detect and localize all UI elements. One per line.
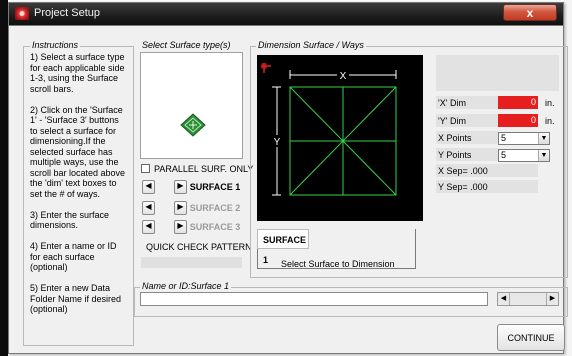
instruction-line: 3) Enter the surface — [30, 209, 110, 220]
app-icon — [15, 7, 29, 20]
instruction-line: scroll bars. — [30, 83, 74, 94]
axis-x-label: X — [340, 71, 347, 82]
name-id-scrollbar[interactable]: ◀ ▶ — [497, 292, 559, 306]
surface-3-button[interactable]: SURFACE 3 — [188, 220, 242, 234]
instruction-line: Folder Name if desired — [30, 293, 122, 304]
y-dim-unit: in. — [545, 116, 555, 126]
parallel-surf-checkbox[interactable] — [141, 164, 150, 173]
instruction-line — [30, 199, 132, 210]
y-sep-value: Y Sep= .000 — [438, 182, 488, 192]
grid-diagram: X Y — [261, 63, 397, 196]
instruction-line: 2) Click on the 'Surface — [30, 104, 123, 115]
current-surface-tab[interactable]: SURFACE 1 — [257, 229, 309, 265]
dimension-label: Dimension Surface / Ways — [256, 40, 366, 50]
name-id-input[interactable] — [140, 292, 488, 306]
y-points-value: 5 — [501, 150, 507, 160]
x-points-label: X Points — [438, 133, 472, 143]
quick-check-field — [141, 257, 242, 268]
name-id-label: Name or ID:Surface 1 — [140, 281, 232, 291]
instruction-line: (optional) — [30, 304, 68, 314]
instruction-line: dimensioning.If the — [30, 136, 106, 146]
surface-3-scroll-left[interactable]: ◀ — [142, 220, 155, 234]
surface-2-scroll-left[interactable]: ◀ — [142, 201, 155, 215]
instruction-line: 5) Enter a new Data — [30, 283, 111, 293]
instruction-line: scroll bar located above — [30, 167, 126, 178]
instruction-line: set the # of ways. — [30, 188, 101, 199]
background-strip — [0, 0, 8, 356]
window-title: Project Setup — [34, 7, 101, 19]
instruction-line: the 'dim' text boxes to — [30, 178, 117, 188]
instructions-label: Instructions — [30, 40, 81, 50]
x-points-select[interactable]: 5 ▼ — [498, 132, 550, 145]
instruction-line: selected surface has — [30, 146, 113, 157]
diamond-surface-icon — [180, 113, 206, 137]
instruction-line: 4) Enter a name or ID — [30, 241, 117, 251]
x-dim-input[interactable]: 0 — [498, 96, 538, 109]
y-points-select[interactable]: 5 ▼ — [498, 149, 550, 162]
surface-1-scroll-right[interactable]: ▶ — [174, 180, 187, 194]
surface-2-button[interactable]: SURFACE 2 — [188, 201, 242, 215]
surface-type-label: Select Surface type(s) — [140, 40, 233, 50]
surface-3-scroll-right[interactable]: ▶ — [174, 220, 187, 234]
surface-1-scroll-left[interactable]: ◀ — [142, 180, 155, 194]
instruction-line — [30, 94, 132, 105]
continue-button[interactable]: CONTINUE — [497, 324, 565, 351]
x-sep-value: X Sep= .000 — [438, 166, 488, 176]
instruction-line: 1-3, using the Surface — [30, 73, 119, 83]
chevron-down-icon[interactable]: ▼ — [538, 150, 549, 161]
chevron-down-icon[interactable]: ▼ — [538, 133, 549, 144]
instruction-line: 1) Select a surface type — [30, 52, 125, 62]
instruction-line: dimensions. — [30, 220, 79, 230]
parallel-surf-label: PARALLEL SURF. ONLY — [154, 164, 254, 174]
x-dim-unit: in. — [545, 98, 555, 108]
surface-2-scroll-right[interactable]: ▶ — [174, 201, 187, 215]
scroll-right-icon[interactable]: ▶ — [546, 293, 558, 305]
axis-y-label: Y — [274, 137, 281, 148]
scroll-left-icon[interactable]: ◀ — [498, 293, 510, 305]
instruction-line: for each applicable side — [30, 62, 125, 73]
instruction-line — [30, 273, 132, 284]
y-dim-label: 'Y' Dim — [438, 116, 466, 126]
dimension-canvas[interactable]: X Y — [257, 55, 423, 221]
quick-check-pattern-button[interactable]: QUICK CHECK PATTERN — [146, 242, 252, 252]
y-points-label: Y Points — [438, 150, 472, 160]
instruction-line — [30, 231, 132, 242]
instruction-line: 1' - 'Surface 3' buttons — [30, 115, 119, 125]
x-points-value: 5 — [501, 133, 507, 143]
instructions-text: 1) Select a surface type for each applica… — [30, 52, 132, 315]
instruction-line: (optional) — [30, 262, 68, 272]
instruction-line: to select a surface for — [30, 125, 117, 136]
y-dim-input[interactable]: 0 — [498, 114, 538, 127]
instruction-line: for each surface — [30, 251, 95, 262]
select-surface-hint: Select Surface to Dimension — [281, 259, 395, 269]
x-dim-label: 'X' Dim — [438, 98, 466, 108]
info-display — [436, 55, 559, 91]
instruction-line: multiple ways, use the — [30, 157, 119, 167]
surface-1-button[interactable]: SURFACE 1 — [188, 180, 242, 194]
close-button[interactable]: x — [503, 4, 557, 21]
surface-preview — [140, 52, 243, 159]
